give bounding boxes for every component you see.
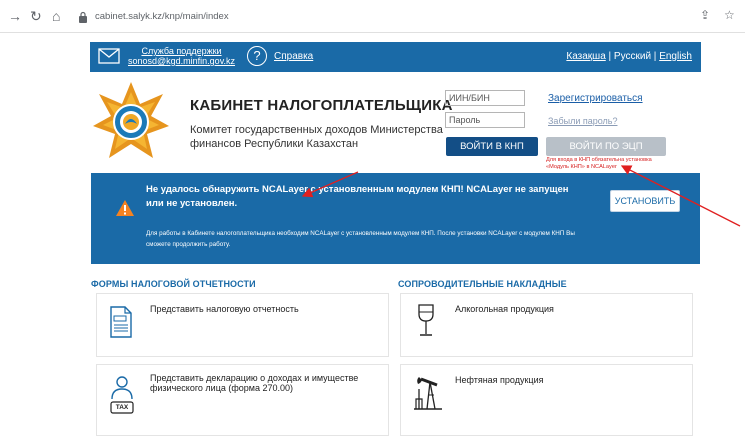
card-label: Алкогольная продукция xyxy=(455,304,554,314)
back-icon[interactable]: → xyxy=(8,8,22,24)
support-email: sonosd@kgd.minfin.gov.kz xyxy=(128,56,236,66)
browser-toolbar: → ↻ ⌂ cabinet.salyk.kz/knp/main/index ⇪ … xyxy=(0,0,745,33)
page-subtitle: Комитет государственных доходов Министер… xyxy=(190,124,443,150)
tax-badge-text: TAX xyxy=(115,404,129,411)
password-input[interactable]: Пароль xyxy=(445,112,525,128)
card-submit-tax-reporting[interactable]: Представить налоговую отчетность xyxy=(96,293,389,357)
page-title: КАБИНЕТ НАЛОГОПЛАТЕЛЬЩИКА xyxy=(190,97,453,114)
lang-separator: | xyxy=(651,51,660,62)
reload-icon[interactable]: ↻ xyxy=(30,8,42,24)
bookmark-star-icon[interactable]: ☆ xyxy=(724,8,735,22)
login-knp-button[interactable]: ВОЙТИ В КНП xyxy=(446,137,538,156)
ncalayer-alert-banner: Не удалось обнаружить NCALayer с установ… xyxy=(91,173,700,264)
forgot-password-link[interactable]: Забыли пароль? xyxy=(548,116,617,126)
home-icon[interactable]: ⌂ xyxy=(52,8,60,24)
mail-icon xyxy=(98,48,120,64)
ecp-requirement-note: Для входа в КНП обязательна установка «М… xyxy=(546,157,652,170)
document-icon xyxy=(110,306,132,338)
lang-english[interactable]: English xyxy=(659,51,692,62)
card-label: Представить налоговую отчетность xyxy=(150,304,299,314)
wine-glass-icon xyxy=(418,304,434,336)
share-icon[interactable]: ⇪ xyxy=(700,8,710,22)
section-title-waybills: СОПРОВОДИТЕЛЬНЫЕ НАКЛАДНЫЕ xyxy=(398,279,567,289)
register-link[interactable]: Зарегистрироваться xyxy=(548,93,643,104)
lang-separator: | xyxy=(605,51,614,62)
card-income-declaration-270[interactable]: TAX Представить декларацию о доходах и и… xyxy=(96,364,389,436)
warning-icon xyxy=(116,200,134,216)
alert-description: Для работы в Кабинете налогоплательщика … xyxy=(146,230,575,248)
card-oil-products[interactable]: Нефтяная продукция xyxy=(400,364,693,436)
help-link[interactable]: Справка xyxy=(274,51,313,62)
language-switcher: Казақша | Русский | English xyxy=(566,51,692,62)
card-alcohol-products[interactable]: Алкогольная продукция xyxy=(400,293,693,357)
alert-title: Не удалось обнаружить NCALayer с установ… xyxy=(146,184,569,209)
site-top-bar: Служба поддержки sonosd@kgd.minfin.gov.k… xyxy=(90,42,701,72)
oil-pump-icon xyxy=(414,377,442,410)
section-title-tax-forms: ФОРМЫ НАЛОГОВОЙ ОТЧЕТНОСТИ xyxy=(91,279,256,289)
card-label: Представить декларацию о доходах и имуще… xyxy=(150,373,359,393)
login-ecp-button[interactable]: ВОЙТИ ПО ЭЦП xyxy=(546,137,666,156)
support-link[interactable]: Служба поддержки sonosd@kgd.minfin.gov.k… xyxy=(128,46,235,66)
url-text: cabinet.salyk.kz/knp/main/index xyxy=(95,11,229,22)
address-bar[interactable]: cabinet.salyk.kz/knp/main/index xyxy=(76,5,686,28)
lang-russian[interactable]: Русский xyxy=(614,51,651,62)
help-icon[interactable]: ? xyxy=(247,46,267,66)
card-label: Нефтяная продукция xyxy=(455,375,544,385)
kgd-emblem-logo xyxy=(93,82,169,158)
install-button[interactable]: УСТАНОВИТЬ xyxy=(610,190,680,212)
support-title: Служба поддержки xyxy=(141,46,222,56)
lang-kazakh[interactable]: Казақша xyxy=(566,51,605,62)
lock-icon xyxy=(79,11,87,23)
iin-bin-input[interactable]: ИИН/БИН xyxy=(445,90,525,106)
page: → ↻ ⌂ cabinet.salyk.kz/knp/main/index ⇪ … xyxy=(0,0,745,444)
